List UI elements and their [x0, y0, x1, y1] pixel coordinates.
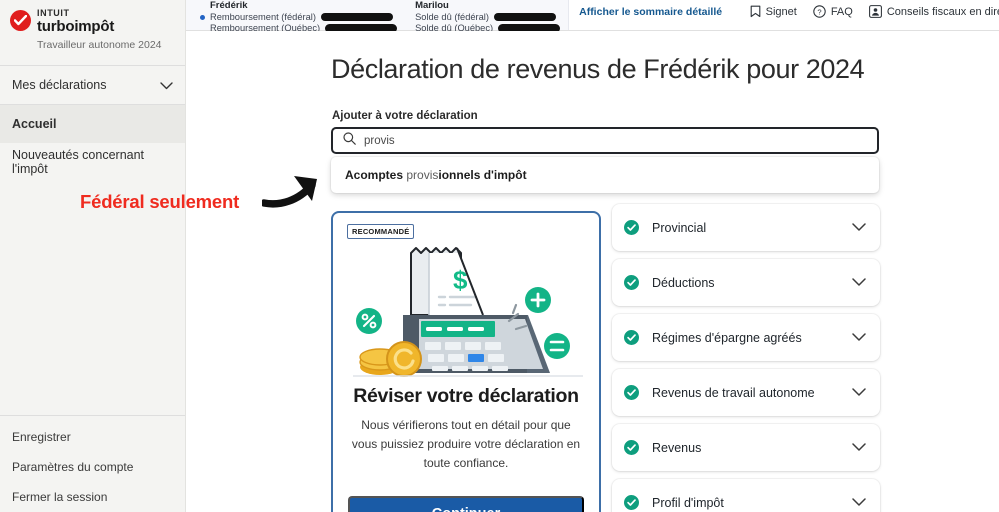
accordion-item-profil-dimpot[interactable]: Profil d'impôt: [612, 479, 880, 512]
refund-label: Remboursement (fédéral): [210, 11, 316, 22]
edition-label: Travailleur autonome 2024: [37, 39, 162, 51]
person-summary-marilou[interactable]: Marilou Solde dû (fédéral) Solde dû (Qué…: [415, 0, 561, 35]
refund-line: Remboursement (fédéral): [200, 12, 397, 24]
sidebar-footer: Enregistrer Paramètres du compte Fermer …: [0, 415, 185, 512]
svg-text:?: ?: [817, 7, 821, 16]
sidebar: INTUIT turboimpôt Travailleur autonome 2…: [0, 0, 186, 512]
redacted-amount: [320, 13, 393, 22]
search-input-value: provis: [364, 134, 395, 147]
intuit-label: INTUIT: [37, 8, 70, 18]
accordion-item-label: Déductions: [652, 275, 715, 290]
sidebar-expander-mes-declarations[interactable]: Mes déclarations: [0, 65, 185, 105]
check-circle-icon: [624, 440, 639, 455]
suggestion-suffix: ionnels d'impôt: [438, 168, 527, 182]
balance-line: Solde dû (fédéral): [415, 12, 560, 24]
suggestion-prefix: Acomptes: [345, 168, 407, 182]
suggestion-item-acomptes-provisionnels[interactable]: Acomptes provisionnels d'impôt: [345, 168, 527, 182]
sidebar-item-fermer-la-session[interactable]: Fermer la session: [0, 482, 185, 512]
sidebar-expander-label: Mes déclarations: [12, 78, 107, 92]
sidebar-item-label: Accueil: [12, 117, 57, 131]
accordion-item-provincial[interactable]: Provincial: [612, 204, 880, 251]
question-circle-icon: ?: [813, 5, 826, 18]
sidebar-item-parametres-du-compte[interactable]: Paramètres du compte: [0, 452, 185, 482]
search-icon: [343, 131, 356, 150]
sidebar-divider: [0, 415, 185, 416]
continuer-button[interactable]: Continuer: [348, 496, 584, 512]
accordion-item-revenus[interactable]: Revenus: [612, 424, 880, 471]
check-circle-icon: [624, 385, 639, 400]
chevron-down-icon: [852, 219, 866, 237]
conseils-label: Conseils fiscaux en dire: [886, 5, 999, 18]
sidebar-item-accueil[interactable]: Accueil: [0, 105, 185, 143]
accordion-item-label: Revenus de travail autonome: [652, 385, 815, 400]
sidebar-item-label: Paramètres du compte: [12, 460, 134, 474]
sections-accordion: Provincial Déductions Régimes d'épargne …: [612, 204, 880, 512]
sidebar-item-label: Nouveautés concernant l'impôt: [12, 148, 145, 176]
faq-button[interactable]: ? FAQ: [813, 5, 853, 18]
accordion-item-label: Régimes d'épargne agréés: [652, 330, 802, 345]
redacted-amount: [493, 13, 556, 22]
review-return-card[interactable]: RECOMMANDÉ $ Réviser votre déclaration N…: [331, 211, 601, 512]
turboimpot-label: turboimpôt: [37, 18, 115, 35]
chevron-down-icon: [852, 439, 866, 457]
chevron-down-icon: [852, 274, 866, 292]
topbar-actions: Signet ? FAQ Conseils fiscaux en dire: [750, 0, 999, 18]
turbotax-check-icon: [10, 10, 31, 31]
selected-dot-icon: [200, 14, 205, 20]
app-root: INTUIT turboimpôt Travailleur autonome 2…: [0, 0, 999, 512]
accordion-item-deductions[interactable]: Déductions: [612, 259, 880, 306]
chevron-down-icon: [852, 384, 866, 402]
search-suggestions-dropdown[interactable]: Acomptes provisionnels d'impôt: [331, 157, 879, 193]
search-field-label: Ajouter à votre déclaration: [332, 110, 478, 122]
curved-arrow-up-right-icon: [260, 168, 334, 217]
chevron-down-icon: [852, 494, 866, 512]
balance-label: Solde dû (fédéral): [415, 11, 489, 22]
person-name: Marilou: [415, 0, 449, 11]
main-content: Déclaration de revenus de Frédérik pour …: [186, 31, 999, 512]
accordion-item-label: Profil d'impôt: [652, 495, 724, 510]
person-name-row: Frédérik: [200, 0, 397, 12]
calculator-receipt-coins-illustration: $: [333, 243, 599, 383]
faq-label: FAQ: [830, 5, 853, 18]
sidebar-item-enregistrer[interactable]: Enregistrer: [0, 422, 185, 452]
check-circle-icon: [624, 495, 639, 510]
afficher-sommaire-detaille-link[interactable]: Afficher le sommaire détaillé: [579, 6, 722, 18]
check-circle-icon: [624, 275, 639, 290]
accordion-item-revenus-de-travail-autonome[interactable]: Revenus de travail autonome: [612, 369, 880, 416]
chevron-down-icon: [160, 79, 173, 92]
signet-label: Signet: [765, 5, 797, 18]
sidebar-item-label: Fermer la session: [12, 490, 108, 504]
sidebar-item-nouveautes[interactable]: Nouveautés concernant l'impôt: [0, 143, 185, 181]
check-circle-icon: [624, 330, 639, 345]
sidebar-item-label: Enregistrer: [12, 430, 71, 444]
chevron-down-icon: [852, 329, 866, 347]
accordion-item-label: Revenus: [652, 440, 702, 455]
person-name: Frédérik: [210, 0, 248, 11]
conseils-fiscaux-en-direct-button[interactable]: Conseils fiscaux en dire: [868, 5, 999, 18]
search-input[interactable]: provis: [331, 127, 879, 154]
status-badge: RECOMMANDÉ: [347, 224, 415, 239]
suggestion-match: provis: [406, 168, 439, 182]
brand-logo[interactable]: INTUIT turboimpôt: [0, 0, 185, 34]
annotation-text: Fédéral seulement: [80, 191, 240, 212]
bookmark-icon: [750, 5, 761, 18]
signet-button[interactable]: Signet: [750, 5, 797, 18]
review-card-description: Nous vérifierons tout en détail pour que…: [351, 418, 581, 470]
brand-wordmark: INTUIT turboimpôt: [37, 8, 115, 35]
refund-summary-panel: Frédérik Remboursement (fédéral) Rembour…: [186, 0, 570, 34]
page-title: Déclaration de revenus de Frédérik pour …: [331, 54, 865, 84]
accordion-item-label: Provincial: [652, 220, 707, 235]
check-circle-icon: [624, 220, 639, 235]
topbar: Frédérik Remboursement (fédéral) Rembour…: [186, 0, 999, 34]
accordion-item-regimes-depargne-agrees[interactable]: Régimes d'épargne agréés: [612, 314, 880, 361]
person-summary-frederik[interactable]: Frédérik Remboursement (fédéral) Rembour…: [200, 0, 398, 35]
review-card-title: Réviser votre déclaration: [353, 385, 579, 407]
person-name-row: Marilou: [415, 0, 560, 12]
live-advisor-icon: [868, 5, 882, 18]
